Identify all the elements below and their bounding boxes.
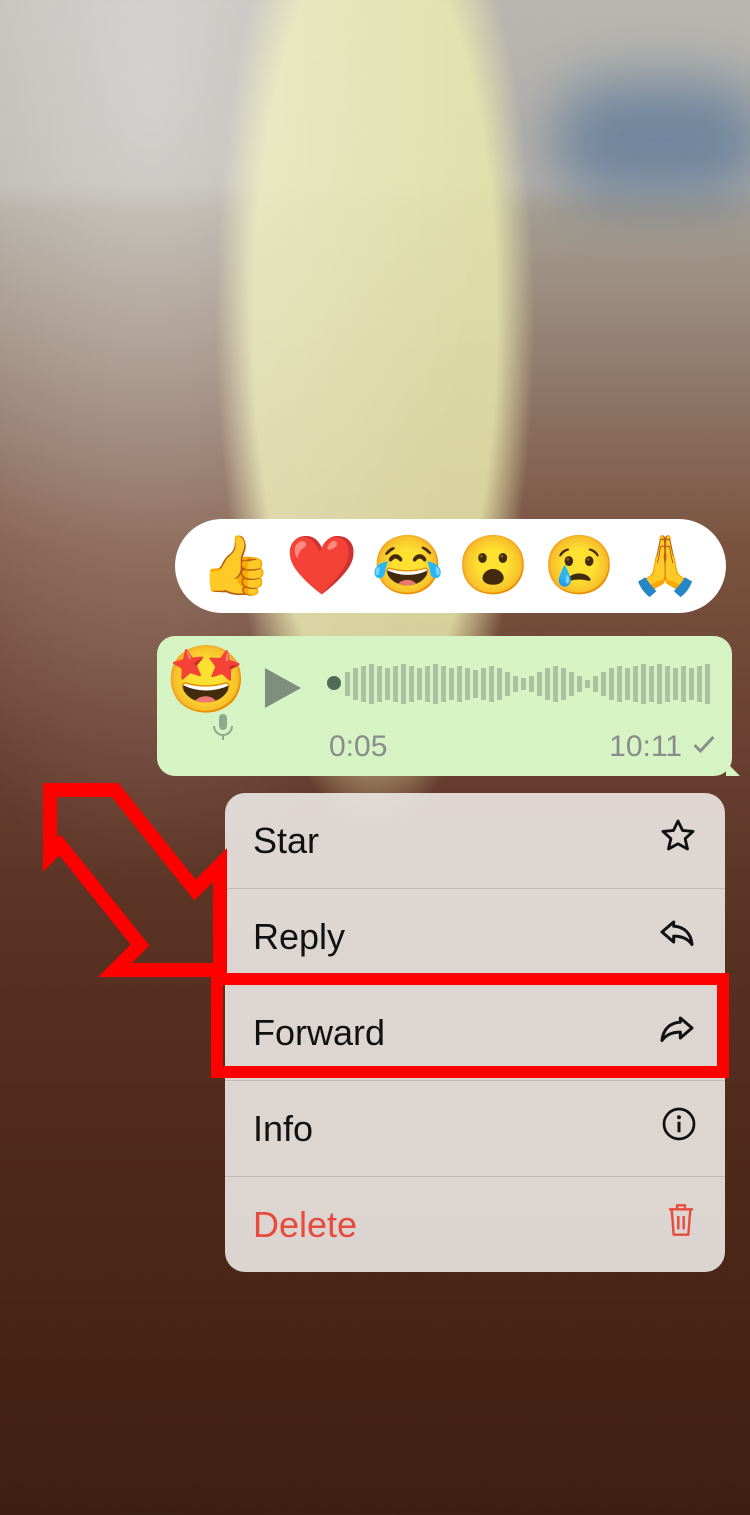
reply-icon bbox=[657, 915, 697, 958]
reaction-wow[interactable]: 😮 bbox=[457, 537, 529, 595]
reaction-laugh[interactable]: 😂 bbox=[371, 537, 443, 595]
menu-label: Forward bbox=[253, 1012, 385, 1054]
reaction-bar: 👍 ❤️ 😂 😮 😢 🙏 bbox=[175, 519, 726, 613]
trash-icon bbox=[665, 1201, 697, 1248]
menu-label: Info bbox=[253, 1108, 313, 1150]
message-context-menu: Star Reply Forward Info Delete bbox=[225, 793, 725, 1272]
menu-label: Reply bbox=[253, 916, 345, 958]
voice-message-bubble[interactable]: 🤩 0:05 10:11 bbox=[157, 636, 732, 776]
message-time: 10:11 bbox=[609, 730, 682, 764]
reaction-thumbs-up[interactable]: 👍 bbox=[200, 537, 272, 595]
star-icon bbox=[659, 817, 697, 864]
menu-item-delete[interactable]: Delete bbox=[225, 1177, 725, 1272]
sent-tick-icon bbox=[690, 730, 718, 763]
info-icon bbox=[661, 1106, 697, 1151]
voice-duration: 0:05 bbox=[329, 730, 387, 764]
menu-item-forward[interactable]: Forward bbox=[225, 985, 725, 1081]
waveform[interactable] bbox=[327, 662, 717, 706]
reaction-sad[interactable]: 😢 bbox=[543, 537, 615, 595]
menu-item-info[interactable]: Info bbox=[225, 1081, 725, 1177]
mic-icon bbox=[213, 714, 233, 745]
menu-item-reply[interactable]: Reply bbox=[225, 889, 725, 985]
annotation-arrow bbox=[20, 770, 240, 990]
play-button[interactable] bbox=[265, 668, 301, 713]
forward-icon bbox=[657, 1011, 697, 1054]
menu-label: Delete bbox=[253, 1204, 357, 1246]
reaction-heart[interactable]: ❤️ bbox=[286, 537, 358, 595]
menu-label: Star bbox=[253, 820, 319, 862]
reaction-pray[interactable]: 🙏 bbox=[629, 537, 701, 595]
sender-avatar: 🤩 bbox=[165, 646, 247, 712]
menu-item-star[interactable]: Star bbox=[225, 793, 725, 889]
